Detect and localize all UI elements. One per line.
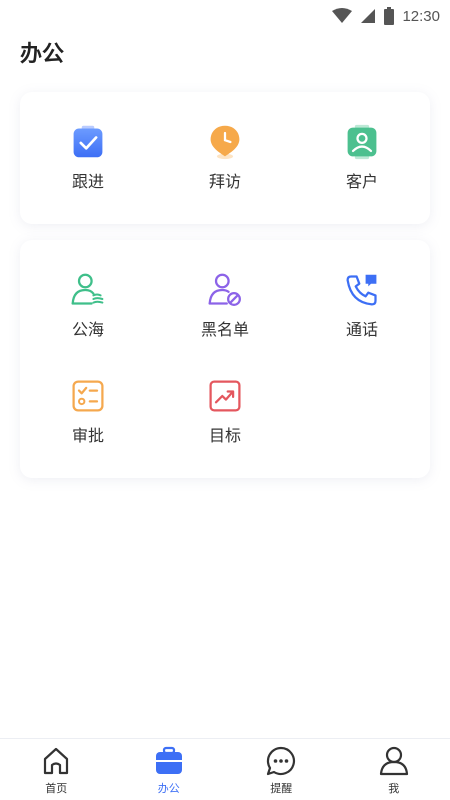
- nav-reminder[interactable]: 提醒: [225, 739, 338, 800]
- signal-icon: [361, 9, 376, 23]
- checklist-icon: [72, 380, 104, 412]
- nav-office[interactable]: 办公: [113, 739, 226, 800]
- nav-label: 我: [388, 782, 400, 795]
- tile-label: 跟进: [71, 172, 104, 191]
- briefcase-icon: [155, 746, 182, 774]
- user-pool-icon: [71, 273, 104, 305]
- tile-call[interactable]: 通话: [294, 240, 430, 340]
- tile-label: 拜访: [208, 172, 241, 191]
- trend-chart-icon: [209, 380, 241, 412]
- nav-label: 首页: [45, 782, 68, 795]
- status-icons: 12:30: [332, 6, 440, 26]
- tile-label: 黑名单: [200, 320, 249, 339]
- tile-label: 目标: [208, 426, 241, 445]
- phone-message-icon: [346, 274, 377, 306]
- person-icon: [379, 746, 408, 776]
- tile-label: 客户: [345, 172, 378, 191]
- status-time: 12:30: [402, 7, 440, 25]
- tile-target[interactable]: 目标: [157, 346, 293, 446]
- location-clock-icon: [210, 125, 240, 160]
- nav-label: 提醒: [270, 782, 293, 795]
- tile-customer[interactable]: 客户: [294, 92, 430, 192]
- nav-label: 办公: [157, 782, 180, 795]
- secondary-tools-card: 公海 黑名单 通话 审批 目标: [20, 240, 430, 478]
- primary-tools-card: 跟进 拜访 客户: [20, 92, 430, 224]
- tile-blacklist[interactable]: 黑名单: [157, 240, 293, 340]
- tile-follow-up[interactable]: 跟进: [20, 92, 156, 192]
- chat-bubble-icon: [267, 746, 296, 776]
- wifi-icon: [332, 8, 353, 23]
- user-block-icon: [208, 273, 241, 306]
- tile-label: 公海: [71, 320, 104, 339]
- tile-label: 审批: [71, 426, 104, 445]
- tile-label: 通话: [345, 320, 378, 339]
- status-bar: 12:30: [0, 0, 450, 32]
- clipboard-check-icon: [73, 125, 103, 158]
- battery-icon: [384, 7, 395, 25]
- nav-home[interactable]: 首页: [0, 739, 113, 800]
- tile-approval[interactable]: 审批: [20, 346, 156, 446]
- nav-me[interactable]: 我: [338, 739, 450, 800]
- tile-visit[interactable]: 拜访: [157, 92, 293, 192]
- home-icon: [44, 747, 69, 775]
- page-title: 办公: [20, 42, 65, 67]
- tile-public-pool[interactable]: 公海: [20, 240, 156, 340]
- bottom-nav: 首页 办公 提醒 我: [0, 738, 450, 800]
- contact-card-icon: [347, 124, 377, 160]
